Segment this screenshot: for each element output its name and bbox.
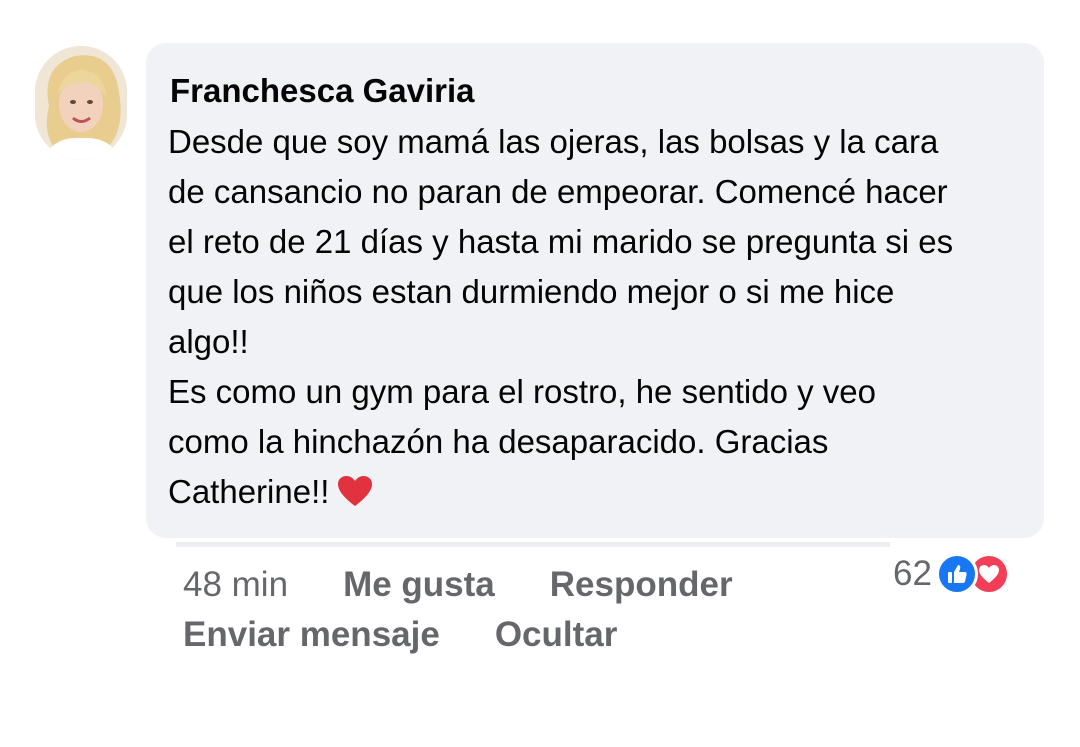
avatar-photo [35, 46, 127, 160]
like-button[interactable]: Me gusta [343, 565, 495, 604]
reactions-summary[interactable]: 62 [893, 551, 1010, 597]
comment-line-text: Catherine!! [168, 473, 330, 510]
comment-actions: 48 min Me gusta Responder Enviar mensaje Oc… [183, 560, 883, 660]
actions-row-1: 48 min Me gusta Responder [183, 560, 883, 610]
reply-button[interactable]: Responder [550, 565, 733, 604]
comment-line: que los niños estan durmiendo mejor o si… [168, 273, 895, 310]
comment-line: el reto de 21 días y hasta mi marido se … [168, 223, 954, 260]
comment-body: Desde que soy mamá las ojeras, las bolsa… [168, 117, 1024, 517]
comment: Franchesca Gaviria Desde que soy mamá la… [0, 0, 1080, 747]
comment-line: Es como un gym para el rostro, he sentid… [168, 373, 877, 410]
like-icon [935, 553, 978, 595]
comment-line-last: Catherine!! [168, 467, 1024, 517]
hide-button[interactable]: Ocultar [495, 615, 618, 654]
comment-bubble: Franchesca Gaviria Desde que soy mamá la… [146, 43, 1044, 538]
actions-row-2: Enviar mensaje Ocultar [183, 610, 883, 660]
author-name[interactable]: Franchesca Gaviria [170, 71, 1024, 111]
comment-line: como la hinchazón ha desaparacido. Graci… [168, 423, 829, 460]
send-message-button[interactable]: Enviar mensaje [183, 615, 440, 654]
red-heart-icon [337, 471, 373, 506]
divider [176, 542, 890, 547]
reaction-count: 62 [893, 554, 932, 593]
timestamp-link[interactable]: 48 min [183, 565, 288, 604]
comment-line: algo!! [168, 323, 249, 360]
comment-line: Desde que soy mamá las ojeras, las bolsa… [168, 123, 939, 160]
comment-line: de cansancio no paran de empeorar. Comen… [168, 173, 948, 210]
avatar[interactable] [35, 46, 127, 160]
